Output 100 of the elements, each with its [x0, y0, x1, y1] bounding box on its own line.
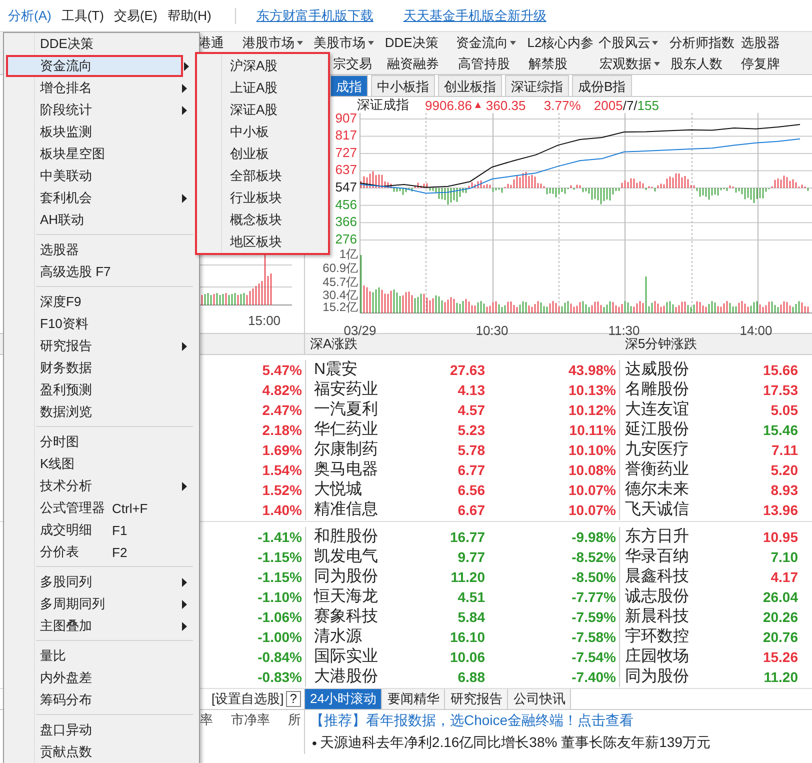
menu-item[interactable]: 沪深A股 [197, 55, 328, 77]
change-percent-cell-text: -1.15% [256, 568, 303, 584]
menu-item[interactable]: 上证A股 [197, 77, 328, 99]
stock-name-cell-text: 宇环数控 [624, 626, 690, 647]
nav-button[interactable]: 解禁股 [528, 54, 600, 72]
price-cell-text: 15.46 [762, 422, 798, 438]
menu-item[interactable]: 行业板块 [197, 187, 328, 209]
index-tab[interactable]: 成份B指 [572, 75, 632, 96]
nav-button[interactable]: 资金流向 [456, 34, 528, 52]
menu-item[interactable]: 中小板 [197, 121, 328, 143]
time-axis-label: 03/29 [344, 323, 376, 338]
menu-item[interactable]: 增仓排名 [6, 77, 197, 99]
menu-item[interactable]: AH联动 [6, 209, 197, 231]
menu-item[interactable]: K线图 [6, 453, 197, 475]
price-cell-text: 20.26 [762, 608, 798, 624]
nav-button[interactable]: 美股市场 [314, 34, 385, 52]
price-axis-label: 907 [335, 113, 357, 126]
menu-item[interactable]: 地区板块 [197, 231, 328, 253]
change-percent-cell-text: 5.47% [261, 362, 303, 378]
nav-button[interactable]: 个股风云 [598, 34, 670, 52]
news-tab[interactable]: 公司快讯 [508, 689, 572, 709]
nav-button[interactable]: 股东人数 [670, 54, 742, 72]
price-cell-text: 13.96 [762, 502, 798, 518]
nav-button[interactable]: 宏观数据 [600, 54, 670, 72]
nav-button[interactable]: L2核心内参 [527, 34, 598, 52]
nav-button[interactable]: 宗交易 [333, 54, 388, 72]
change-percent-cell-text: -1.41% [256, 528, 303, 544]
menu-item[interactable]: 贡献点数 [6, 741, 197, 763]
menu-item[interactable]: 深度F9 [6, 291, 197, 313]
menu-item[interactable]: 深证A股 [197, 99, 328, 121]
menu-item[interactable]: 技术分析 [6, 475, 197, 497]
price-cell-text: 5.84 [456, 608, 485, 624]
menu-bar-item[interactable]: 工具(T) [61, 6, 104, 24]
menu-item[interactable]: F10资料 [6, 313, 197, 335]
change-percent-cell-text: 1.40% [261, 502, 303, 518]
price-cell-text: 15.66 [762, 362, 798, 378]
watchlist-tab[interactable]: [设置自选股] [212, 690, 284, 708]
menu-item[interactable]: 板块星空图 [6, 143, 197, 165]
menu-bar-item[interactable]: 帮助(H) [167, 6, 212, 24]
stock-name-cell-text: 誉衡药业 [624, 460, 690, 480]
nav-button[interactable]: 融资融券 [387, 54, 458, 72]
news-tab[interactable]: 研究报告 [445, 689, 508, 709]
news-tab[interactable]: 24小时滚动 [305, 689, 382, 709]
stock-name-cell-text: 九安医疗 [624, 440, 690, 460]
bullet-icon: • [312, 735, 317, 751]
index-tab[interactable]: 创业板指 [438, 75, 502, 96]
menu-item[interactable]: 主图叠加 [6, 615, 197, 637]
news-tab[interactable]: 要闻精华 [382, 689, 446, 709]
menu-item[interactable]: 多股同列 [6, 571, 197, 593]
up-arrow-icon: ▲ [473, 100, 483, 110]
menu-item[interactable]: 套利机会 [6, 187, 197, 209]
menu-item[interactable]: 中美联动 [6, 165, 197, 187]
menu-bar-item[interactable]: 分析(A) [8, 6, 52, 24]
news-headline[interactable]: 天源迪科去年净利2.16亿同比增长38% 董事长陈友年薪139万元 [320, 734, 710, 752]
menu-item[interactable]: 研究报告 [6, 335, 197, 357]
nav-button[interactable]: 分析师指数 [670, 34, 741, 52]
time-axis-label: 14:00 [740, 323, 772, 338]
menu-item[interactable]: 创业板 [197, 143, 328, 165]
nav-button[interactable]: DDE决策 [384, 34, 456, 52]
menu-item[interactable]: 成交明细 F1 [6, 519, 197, 541]
index-tab[interactable]: 中小板指 [371, 75, 435, 96]
menu-item[interactable]: 筹码分布 [6, 689, 197, 711]
nav-button[interactable]: 港股市场 [242, 34, 314, 52]
price-axis-label: 727 [335, 144, 357, 160]
menu-item[interactable]: 财务数据 [6, 357, 197, 379]
stock-name-cell: 恒天海龙 [305, 586, 415, 606]
nav-button[interactable]: 选股器 [740, 34, 812, 52]
menu-item[interactable]: 量比 [6, 645, 197, 667]
menu-item[interactable]: 阶段统计 [6, 99, 197, 121]
price-cell-text: 6.67 [456, 502, 485, 518]
nav-button[interactable]: 高管持股 [458, 54, 529, 72]
change-percent-cell: -7.58% [485, 626, 620, 646]
menu-item[interactable]: DDE决策 [6, 33, 197, 55]
menu-item[interactable]: 高级选股 F7 [6, 261, 197, 283]
promo-link[interactable]: 【推荐】看年报数据，选Choice金融终端！点击查看 [310, 712, 634, 730]
price-cell-text: 9.77 [456, 548, 485, 564]
menu-item[interactable]: 盈利预测 [6, 379, 197, 401]
price-cell-text: 11.20 [762, 668, 798, 684]
menu-item[interactable]: 多周期同列 [6, 593, 197, 615]
change-percent-cell-text: 4.82% [261, 382, 303, 398]
download-link[interactable]: 天天基金手机版全新升级 [403, 6, 546, 24]
unchanged-count: /7/ [622, 98, 638, 112]
change-percent-cell: -7.59% [485, 606, 620, 626]
menu-item[interactable]: 公式管理器 Ctrl+F [6, 497, 197, 519]
index-tab[interactable]: 深证综指 [505, 75, 569, 96]
menu-item[interactable]: 数据浏览 [6, 401, 197, 423]
menu-bar-item[interactable]: 交易(E) [114, 6, 158, 24]
menu-item[interactable]: 全部板块 [197, 165, 328, 187]
menu-item[interactable]: 分时图 [6, 431, 197, 453]
index-tab[interactable]: 成指 [330, 75, 368, 96]
help-button[interactable]: ? [286, 691, 301, 707]
menu-item[interactable]: 选股器 [6, 239, 197, 261]
menu-item[interactable]: 概念板块 [197, 209, 328, 231]
nav-button[interactable]: 停复牌 [741, 54, 812, 72]
menu-item[interactable]: 盘口异动 [6, 719, 197, 741]
menu-item[interactable]: 内外盘差 [6, 667, 197, 689]
menu-item[interactable]: 分价表 F2 [6, 541, 197, 563]
download-link[interactable]: 东方财富手机版下载 [256, 6, 374, 24]
change-percent-cell: 10.07% [485, 480, 620, 500]
menu-item[interactable]: 板块监测 [6, 121, 197, 143]
